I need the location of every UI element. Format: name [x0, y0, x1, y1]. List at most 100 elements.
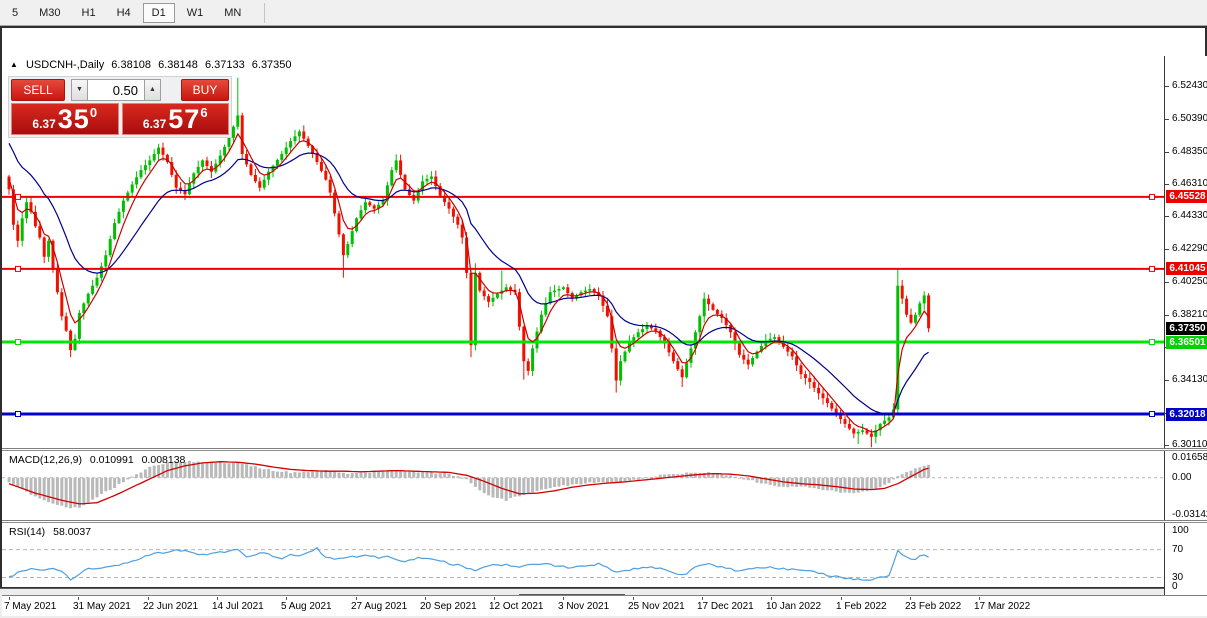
price-tick-label: 6.42290: [1172, 243, 1207, 254]
rsi-axis-label: 100: [1172, 525, 1189, 536]
price-tick-mark: [1165, 249, 1169, 250]
price-tick-label: 6.48350: [1172, 146, 1207, 157]
price-axis[interactable]: 6.52430 6.50390 6.48350 6.46310 6.44330 6.422…: [1164, 56, 1207, 597]
toolbar-separator: [264, 3, 265, 23]
chart-window: ▲ USDCNH-,Daily 6.38108 6.38148 6.37133 …: [0, 26, 1207, 588]
macd-signal-value: 0.008138: [142, 454, 186, 466]
price-tick-mark: [1165, 86, 1169, 87]
pane-splitter-macd[interactable]: [2, 448, 1207, 451]
date-tick-mark: [78, 597, 79, 600]
price-level-label: 6.41045: [1166, 262, 1207, 275]
date-tick-label: 17 Mar 2022: [974, 601, 1030, 612]
date-tick-label: 1 Feb 2022: [836, 601, 887, 612]
date-tick-mark: [148, 597, 149, 600]
macd-axis-label: -0.03142: [1172, 509, 1207, 520]
price-tick-mark: [1165, 152, 1169, 153]
sell-button[interactable]: SELL: [11, 79, 65, 101]
price-level-label: 6.32018: [1166, 408, 1207, 421]
date-tick-label: 17 Dec 2021: [697, 601, 754, 612]
price-level-label: 6.36501: [1166, 336, 1207, 349]
macd-name: MACD(12,26,9): [9, 454, 82, 466]
price-level-label: 6.37350: [1166, 322, 1207, 335]
pane-splitter-rsi[interactable]: [2, 520, 1207, 523]
date-tick-mark: [563, 597, 564, 600]
date-tick-label: 5 Aug 2021: [281, 601, 332, 612]
price-tick-label: 6.44330: [1172, 210, 1207, 221]
timeframe-button-mn[interactable]: MN: [215, 3, 250, 23]
collapse-trade-panel-icon[interactable]: ▲: [10, 60, 18, 69]
price-tick-mark: [1165, 380, 1169, 381]
price-tick-label: 6.50390: [1172, 113, 1207, 124]
timeframe-toolbar: 5M30H1H4D1W1MN: [0, 0, 1207, 26]
volume-increase-icon[interactable]: ▲: [144, 79, 161, 101]
volume-decrease-icon[interactable]: ▼: [71, 79, 88, 101]
timeframe-button-h1[interactable]: H1: [73, 3, 105, 23]
price-tick-label: 6.38210: [1172, 309, 1207, 320]
date-tick-label: 27 Aug 2021: [351, 601, 407, 612]
date-tick-label: 14 Jul 2021: [212, 601, 264, 612]
price-tick-mark: [1165, 119, 1169, 120]
buy-button[interactable]: BUY: [181, 79, 229, 101]
date-tick-label: 10 Jan 2022: [766, 601, 821, 612]
macd-main-value: 0.010991: [90, 454, 134, 466]
rsi-axis-label: 70: [1172, 544, 1183, 555]
chart-symbol-title: USDCNH-,Daily: [26, 59, 104, 71]
date-tick-mark: [633, 597, 634, 600]
pane-splitter-dates: [2, 595, 1207, 597]
date-tick-mark: [356, 597, 357, 600]
sell-price-big-digits: 35: [58, 106, 90, 132]
date-tick-label: 12 Oct 2021: [489, 601, 543, 612]
price-tick-label: 6.52430: [1172, 80, 1207, 91]
date-tick-mark: [702, 597, 703, 600]
mt4-window: 5M30H1H4D1W1MN ▲ USDCNH-,Daily 6.38108 6…: [0, 0, 1207, 618]
rsi-name: RSI(14): [9, 526, 45, 538]
rsi-label: RSI(14) 58.0037: [9, 526, 96, 538]
macd-label: MACD(12,26,9) 0.010991 0.008138: [9, 454, 190, 466]
date-tick-mark: [771, 597, 772, 600]
chart-header: ▲ USDCNH-,Daily 6.38108 6.38148 6.37133 …: [10, 59, 292, 71]
date-tick-mark: [217, 597, 218, 600]
buy-price-prefix: 6.37: [143, 116, 166, 132]
ohlc-close: 6.37350: [252, 59, 292, 71]
price-level-label: 6.45528: [1166, 190, 1207, 203]
volume-spinner: ▼ ▲: [71, 79, 161, 101]
date-tick-label: 7 May 2021: [4, 601, 56, 612]
price-tick-mark: [1165, 216, 1169, 217]
date-tick-label: 3 Nov 2021: [558, 601, 609, 612]
timeframe-button-m30[interactable]: M30: [30, 3, 69, 23]
rsi-value: 58.0037: [53, 526, 91, 538]
ohlc-high: 6.38148: [158, 59, 198, 71]
buy-price-panel[interactable]: 6.37 57 6: [122, 103, 230, 135]
price-tick-label: 6.46310: [1172, 178, 1207, 189]
sell-price-panel[interactable]: 6.37 35 0: [11, 103, 119, 135]
rsi-indicator-pane[interactable]: [2, 523, 1164, 595]
price-tick-mark: [1165, 445, 1169, 446]
date-tick-mark: [286, 597, 287, 600]
date-tick-label: 25 Nov 2021: [628, 601, 685, 612]
date-tick-mark: [910, 597, 911, 600]
buy-price-pip-digit: 6: [200, 105, 207, 120]
price-tick-label: 6.40250: [1172, 276, 1207, 287]
date-tick-mark: [425, 597, 426, 600]
buy-price-big-digits: 57: [168, 106, 200, 132]
ohlc-low: 6.37133: [205, 59, 245, 71]
macd-axis-label: 0.00: [1172, 472, 1191, 483]
timeframe-button-d1[interactable]: D1: [143, 3, 175, 23]
timeframe-button-w1[interactable]: W1: [178, 3, 213, 23]
volume-input[interactable]: [88, 79, 144, 101]
price-tick-mark: [1165, 184, 1169, 185]
date-tick-mark: [979, 597, 980, 600]
timeframe-button-h4[interactable]: H4: [108, 3, 140, 23]
sell-price-prefix: 6.37: [32, 116, 55, 132]
sell-price-pip-digit: 0: [90, 105, 97, 120]
price-tick-label: 6.34130: [1172, 374, 1207, 385]
one-click-trading-widget: SELL ▼ ▲ BUY 6.37 35 0 6.37 57 6: [8, 76, 232, 138]
date-axis[interactable]: 7 May 202131 May 202122 Jun 202114 Jul 2…: [2, 597, 1207, 616]
price-tick-mark: [1165, 315, 1169, 316]
date-tick-label: 20 Sep 2021: [420, 601, 477, 612]
price-tick-mark: [1165, 282, 1169, 283]
date-tick-label: 22 Jun 2021: [143, 601, 198, 612]
timeframe-button-5[interactable]: 5: [3, 3, 27, 23]
ohlc-open: 6.38108: [111, 59, 151, 71]
date-tick-mark: [9, 597, 10, 600]
